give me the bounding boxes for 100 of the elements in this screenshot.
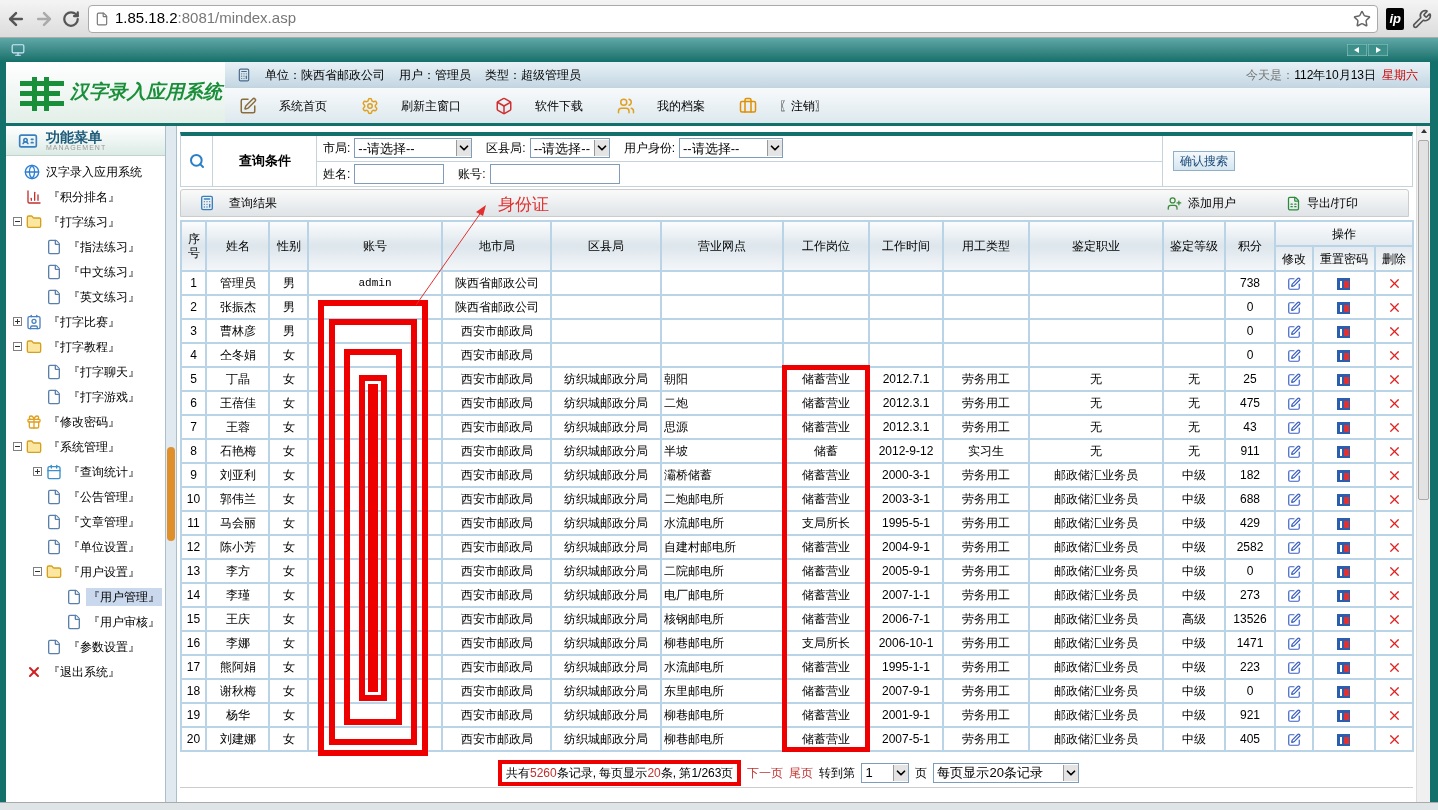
reset-password-icon[interactable]: [1337, 588, 1351, 603]
edit-icon[interactable]: [1287, 540, 1301, 555]
edit-icon[interactable]: [1287, 636, 1301, 651]
edit-icon[interactable]: [1287, 564, 1301, 579]
nav-link[interactable]: 我的档案: [657, 96, 705, 115]
edit-icon[interactable]: [1287, 420, 1301, 435]
tree-item[interactable]: 汉字录入应用系统: [44, 162, 144, 181]
reset-password-icon[interactable]: [1337, 396, 1351, 411]
reset-password-icon[interactable]: [1337, 732, 1351, 747]
edit-icon[interactable]: [1287, 444, 1301, 459]
table-cell: 女: [269, 511, 308, 535]
reset-password-icon[interactable]: [1337, 660, 1351, 675]
scroll-right-icon[interactable]: [1368, 44, 1388, 56]
reset-password-icon[interactable]: [1337, 684, 1351, 699]
nav-link[interactable]: 刷新主窗口: [401, 96, 461, 115]
page-dropdown[interactable]: 1: [861, 762, 910, 783]
collapse-icon[interactable]: [32, 567, 42, 576]
reset-password-icon[interactable]: [1337, 300, 1351, 315]
scroll-left-icon[interactable]: [1347, 44, 1367, 56]
edit-icon[interactable]: [1287, 276, 1301, 291]
reset-password-icon[interactable]: [1337, 564, 1351, 579]
table-cell: 中级: [1163, 583, 1225, 607]
tree-item[interactable]: 『单位设置』: [66, 537, 142, 556]
star-icon[interactable]: [1353, 9, 1372, 28]
tree-item[interactable]: 『退出系统』: [46, 662, 122, 681]
reset-password-icon[interactable]: [1337, 276, 1351, 291]
tree-item[interactable]: 『参数设置』: [66, 637, 142, 656]
table-cell: 2582: [1225, 535, 1275, 559]
tree-item[interactable]: 『用户管理』: [86, 587, 162, 606]
tree-item[interactable]: 『用户审核』: [86, 612, 162, 631]
tree-item[interactable]: 『积分排名』: [46, 187, 122, 206]
input-field[interactable]: [489, 163, 620, 184]
edit-icon[interactable]: [1287, 348, 1301, 363]
tree-item[interactable]: 『系统管理』: [46, 437, 122, 456]
table-cell: 女: [269, 631, 308, 655]
tree-item[interactable]: 『公告管理』: [66, 487, 142, 506]
tree-item[interactable]: 『打字比赛』: [46, 312, 122, 331]
page-size-dropdown[interactable]: 每页显示20条记录: [933, 762, 1080, 783]
page-link[interactable]: 尾页: [789, 763, 814, 782]
settings-icon[interactable]: [1412, 8, 1432, 29]
edit-icon[interactable]: [1287, 396, 1301, 411]
reset-password-icon[interactable]: [1337, 468, 1351, 483]
tree-item[interactable]: 『打字聊天』: [66, 362, 142, 381]
edit-icon[interactable]: [1287, 684, 1301, 699]
tree-item[interactable]: 『打字练习』: [46, 212, 122, 231]
edit-icon[interactable]: [1287, 492, 1301, 507]
dropdown[interactable]: --请选择--: [354, 138, 473, 159]
edit-icon[interactable]: [1287, 588, 1301, 603]
expand-icon[interactable]: [32, 467, 42, 476]
reset-password-icon[interactable]: [1337, 540, 1351, 555]
page-link[interactable]: 下一页: [747, 763, 784, 782]
reset-password-icon[interactable]: [1337, 324, 1351, 339]
edit-icon[interactable]: [1287, 324, 1301, 339]
reload-icon[interactable]: [62, 9, 80, 28]
tree-item[interactable]: 『修改密码』: [46, 412, 122, 431]
reset-password-icon[interactable]: [1337, 612, 1351, 627]
edit-icon[interactable]: [1287, 300, 1301, 315]
table-cell: 2012.3.1: [869, 391, 943, 415]
edit-icon[interactable]: [1287, 516, 1301, 531]
tree-item[interactable]: 『英文练习』: [66, 287, 142, 306]
reset-password-icon[interactable]: [1337, 708, 1351, 723]
tree-item[interactable]: 『打字游戏』: [66, 387, 142, 406]
tree-item[interactable]: 『中文练习』: [66, 262, 142, 281]
extension-button[interactable]: ip: [1386, 7, 1404, 30]
search-icon: [188, 153, 205, 169]
reset-password-icon[interactable]: [1337, 516, 1351, 531]
edit-icon[interactable]: [1287, 708, 1301, 723]
edit-icon[interactable]: [1287, 732, 1301, 747]
input-field[interactable]: [354, 163, 445, 184]
dropdown[interactable]: --请选择--: [529, 138, 610, 159]
edit-icon[interactable]: [1287, 660, 1301, 675]
table-cell: 5: [181, 367, 206, 391]
reset-password-icon[interactable]: [1337, 372, 1351, 387]
expand-icon[interactable]: [12, 317, 22, 326]
collapse-icon[interactable]: [12, 442, 22, 451]
scroll-thumb[interactable]: [1418, 140, 1429, 500]
edit-icon[interactable]: [1287, 372, 1301, 387]
reset-password-icon[interactable]: [1337, 420, 1351, 435]
tree-item[interactable]: 『查询统计』: [66, 462, 142, 481]
tree-item[interactable]: 『用户设置』: [66, 562, 142, 581]
reset-password-icon[interactable]: [1337, 636, 1351, 651]
tree-item[interactable]: 『文章管理』: [66, 512, 142, 531]
reset-password-icon[interactable]: [1337, 492, 1351, 507]
nav-link[interactable]: 〖注销〗: [779, 96, 827, 115]
tree-item[interactable]: 『指法练习』: [66, 237, 142, 256]
collapse-icon[interactable]: [12, 217, 22, 226]
toolbar-link[interactable]: 添加用户: [1187, 194, 1236, 212]
address-bar[interactable]: 1.85.18.2:8081/mindex.asp: [88, 4, 1379, 33]
edit-icon[interactable]: [1287, 468, 1301, 483]
nav-link[interactable]: 系统首页: [279, 96, 327, 115]
dropdown[interactable]: --请选择--: [679, 138, 784, 159]
reset-password-icon[interactable]: [1337, 348, 1351, 363]
search-button[interactable]: 确认搜索: [1173, 151, 1235, 171]
edit-icon[interactable]: [1287, 612, 1301, 627]
collapse-handle[interactable]: [167, 447, 175, 541]
tree-item[interactable]: 『打字教程』: [46, 337, 122, 356]
toolbar-link[interactable]: 导出/打印: [1306, 194, 1358, 212]
collapse-icon[interactable]: [12, 342, 22, 351]
reset-password-icon[interactable]: [1337, 444, 1351, 459]
nav-link[interactable]: 软件下载: [535, 96, 583, 115]
